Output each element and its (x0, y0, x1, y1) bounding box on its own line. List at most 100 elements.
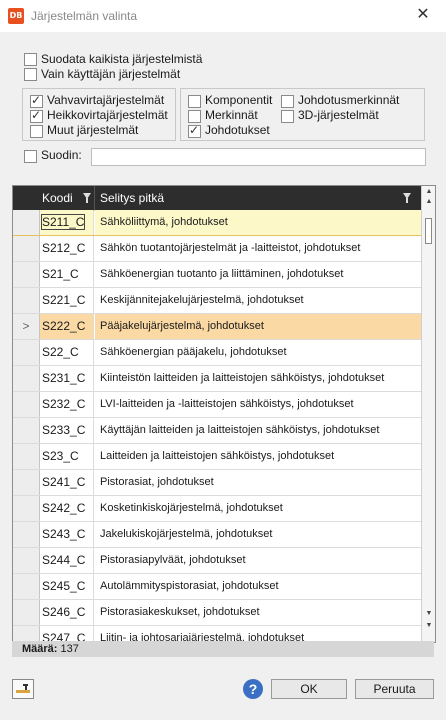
discipline-checkbox[interactable] (30, 108, 43, 123)
cell-description[interactable]: Autolämmityspistorasiat, johdotukset (95, 574, 421, 599)
discipline-checkbox[interactable] (30, 93, 43, 108)
cell-code[interactable]: S244_C (40, 548, 94, 573)
cell-code-text: S246_C (42, 605, 86, 619)
row-indicator[interactable] (13, 574, 40, 599)
cell-code[interactable]: S211_C (40, 210, 94, 235)
cell-description[interactable]: Sähkön tuotantojärjestelmät ja -laitteis… (95, 236, 421, 261)
cell-code[interactable]: S212_C (40, 236, 94, 261)
row-indicator[interactable] (13, 470, 40, 495)
cell-code[interactable]: S23_C (40, 444, 94, 469)
cell-description[interactable]: Kosketinkiskojärjestelmä, johdotukset (95, 496, 421, 521)
table-row[interactable]: S241_C Pistorasiat, johdotukset (13, 470, 421, 496)
cell-code[interactable]: S245_C (40, 574, 94, 599)
table-row[interactable]: S23_C Laitteiden ja laitteistojen sähköis… (13, 444, 421, 470)
row-indicator[interactable] (13, 548, 40, 573)
user-only-label: Vain käyttäjän järjestelmät (41, 67, 181, 81)
table-row[interactable]: S246_C Pistorasiakeskukset, johdotukset (13, 600, 421, 626)
table-row[interactable]: S22_C Sähköenergian pääjakelu, johdotukse… (13, 340, 421, 366)
komponentit-checkbox[interactable] (188, 95, 201, 108)
cell-description[interactable]: Pistorasiapylväät, johdotukset (95, 548, 421, 573)
cell-code[interactable]: S231_C (40, 366, 94, 391)
row-indicator[interactable] (13, 392, 40, 417)
scroll-up-icon[interactable]: ▲ (422, 196, 435, 208)
row-indicator[interactable] (13, 210, 40, 235)
description-filter-icon[interactable] (403, 193, 411, 203)
cell-description[interactable]: Sähköenergian tuotanto ja liittäminen, j… (95, 262, 421, 287)
vertical-scrollbar[interactable]: ▲ ▲ ▼ ▼ (421, 186, 435, 642)
table-row[interactable]: S21_C Sähköenergian tuotanto ja liittämin… (13, 262, 421, 288)
row-indicator[interactable] (13, 236, 40, 261)
column-header-description[interactable]: Selitys pitkä (100, 186, 164, 210)
table-row[interactable]: S242_C Kosketinkiskojärjestelmä, johdotuk… (13, 496, 421, 522)
column-header-code[interactable]: Koodi (42, 186, 73, 210)
cell-code[interactable]: S241_C (40, 470, 94, 495)
cell-description[interactable]: Pistorasiakeskukset, johdotukset (95, 600, 421, 625)
table-row[interactable]: S211_C Sähköliittymä, johdotukset (13, 210, 421, 236)
table-row[interactable]: S231_C Kiinteistön laitteiden ja laitteis… (13, 366, 421, 392)
cell-code[interactable]: S221_C (40, 288, 94, 313)
johdotukset-checkbox[interactable] (188, 123, 201, 138)
table-row[interactable]: S232_C LVI-laitteiden ja -laitteistojen s… (13, 392, 421, 418)
scrollbar-thumb[interactable] (425, 218, 432, 244)
cell-code-text: S22_C (42, 345, 79, 359)
title-bar: DB Järjestelmän valinta ✕ (0, 0, 446, 32)
row-indicator[interactable] (13, 522, 40, 547)
johdotusmerkinnat-checkbox[interactable] (281, 95, 294, 108)
row-indicator[interactable] (13, 496, 40, 521)
count-value: 137 (60, 643, 79, 655)
cell-code[interactable]: S242_C (40, 496, 94, 521)
cell-code[interactable]: S222_C (40, 314, 94, 339)
row-indicator[interactable] (13, 600, 40, 625)
column-divider (94, 186, 95, 210)
filter-all-checkbox[interactable] (24, 53, 37, 66)
discipline-checkbox[interactable] (30, 125, 43, 138)
table-row[interactable]: S233_C Käyttäjän laitteiden ja laitteisto… (13, 418, 421, 444)
scroll-bottom-icon[interactable]: ▼ (422, 620, 435, 632)
cell-description[interactable]: Käyttäjän laitteiden ja laitteistojen sä… (95, 418, 421, 443)
row-indicator[interactable]: > (13, 314, 40, 339)
table-row[interactable]: S244_C Pistorasiapylväät, johdotukset (13, 548, 421, 574)
3d-jarjestelmat-checkbox[interactable] (281, 110, 294, 123)
filter-label: Suodin: (41, 148, 82, 162)
table-row[interactable]: S243_C Jakelukiskojärjestelmä, johdotukse… (13, 522, 421, 548)
merkinnat-checkbox[interactable] (188, 110, 201, 123)
cell-code[interactable]: S232_C (40, 392, 94, 417)
cell-code-text: S233_C (42, 423, 86, 437)
cell-code[interactable]: S21_C (40, 262, 94, 287)
cell-description[interactable]: Kiinteistön laitteiden ja laitteistojen … (95, 366, 421, 391)
row-indicator[interactable] (13, 366, 40, 391)
ok-button[interactable]: OK (271, 679, 347, 699)
cell-code[interactable]: S243_C (40, 522, 94, 547)
code-filter-icon[interactable] (83, 193, 91, 203)
cell-description[interactable]: Keskijännitejakelujärjestelmä, johdotuks… (95, 288, 421, 313)
row-indicator[interactable] (13, 444, 40, 469)
close-icon[interactable]: ✕ (408, 3, 438, 27)
user-only-checkbox[interactable] (24, 68, 37, 81)
row-indicator[interactable] (13, 262, 40, 287)
cell-code-text: S221_C (42, 293, 86, 307)
row-indicator[interactable] (13, 340, 40, 365)
table-row[interactable]: > S222_C Pääjakelujärjestelmä, johdotukset (13, 314, 421, 340)
cell-code[interactable]: S233_C (40, 418, 94, 443)
cell-description[interactable]: Laitteiden ja laitteistojen sähköistys, … (95, 444, 421, 469)
scroll-down-icon[interactable]: ▼ (422, 608, 435, 620)
table-row[interactable]: S245_C Autolämmityspistorasiat, johdotuks… (13, 574, 421, 600)
filter-input[interactable] (91, 148, 426, 166)
cell-description[interactable]: Pistorasiat, johdotukset (95, 470, 421, 495)
row-indicator[interactable] (13, 288, 40, 313)
cell-description[interactable]: Sähköenergian pääjakelu, johdotukset (95, 340, 421, 365)
filter-checkbox[interactable] (24, 150, 37, 163)
cell-code[interactable]: S246_C (40, 600, 94, 625)
help-icon[interactable]: ? (243, 679, 263, 699)
cell-description[interactable]: Jakelukiskojärjestelmä, johdotukset (95, 522, 421, 547)
table-row[interactable]: S221_C Keskijännitejakelujärjestelmä, joh… (13, 288, 421, 314)
cell-description[interactable]: Pääjakelujärjestelmä, johdotukset (95, 314, 421, 339)
cell-description[interactable]: LVI-laitteiden ja -laitteistojen sähköis… (95, 392, 421, 417)
table-row[interactable]: S212_C Sähkön tuotantojärjestelmät ja -la… (13, 236, 421, 262)
cancel-button[interactable]: Peruuta (355, 679, 434, 699)
cell-code-text: S245_C (42, 579, 86, 593)
cell-code[interactable]: S22_C (40, 340, 94, 365)
cell-description[interactable]: Sähköliittymä, johdotukset (95, 210, 421, 235)
tool-icon[interactable] (12, 679, 34, 699)
row-indicator[interactable] (13, 418, 40, 443)
